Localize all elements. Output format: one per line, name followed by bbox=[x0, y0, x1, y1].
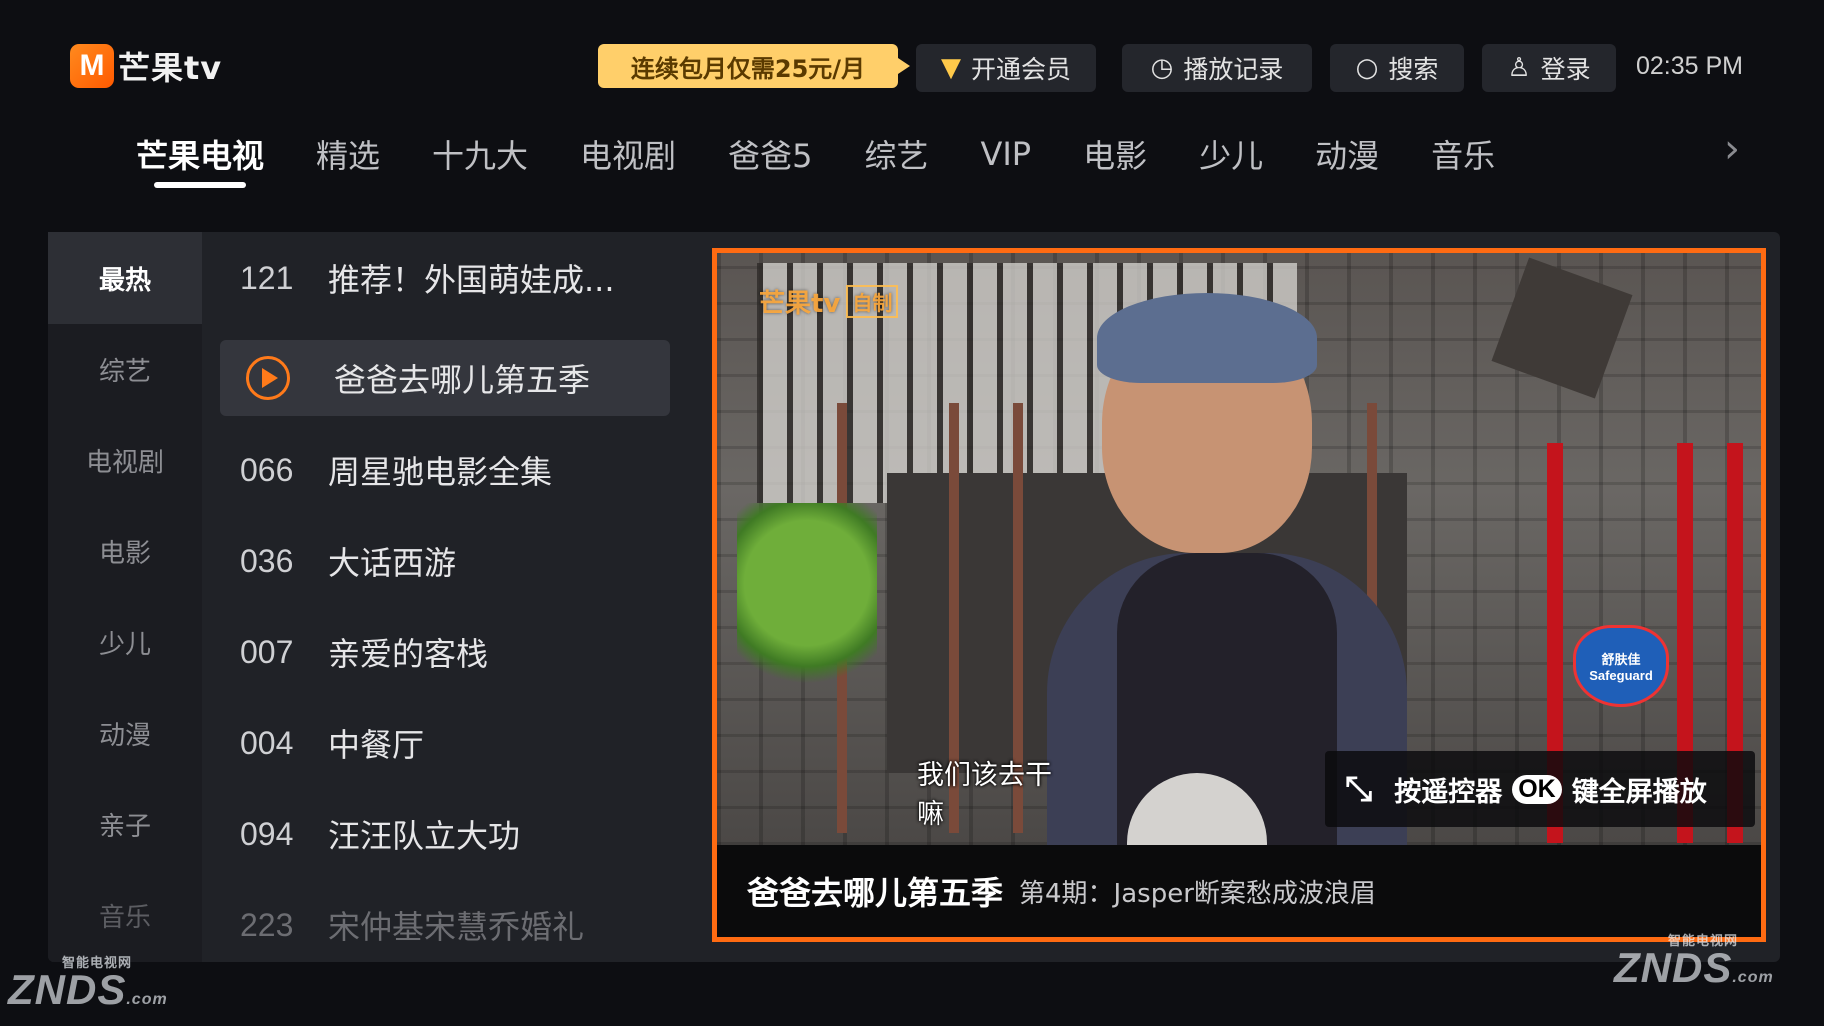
list-item[interactable]: 004 中餐厅 bbox=[220, 705, 670, 781]
video-subtitle: 我们该去干嘛 bbox=[917, 760, 1052, 830]
znds-watermark-brand: ZNDS bbox=[1614, 944, 1733, 991]
sidebar-item-music[interactable]: 音乐 bbox=[48, 869, 202, 961]
video-scene-person-headband bbox=[1097, 293, 1317, 383]
sidebar-item-variety[interactable]: 综艺 bbox=[48, 323, 202, 415]
category-tabs: 芒果电视 精选 十九大 电视剧 爸爸5 综艺 VIP 电影 少儿 动漫 音乐 bbox=[110, 124, 1750, 184]
list-item[interactable]: 223 宋仲基宋慧乔婚礼 bbox=[220, 887, 670, 962]
list-item-now-playing[interactable]: 爸爸去哪儿第五季 bbox=[220, 340, 670, 416]
tab-movies[interactable]: 电影 bbox=[1057, 124, 1173, 184]
search-button[interactable]: ○ 搜索 bbox=[1330, 44, 1464, 92]
category-sidebar: 最热 综艺 电视剧 电影 少儿 动漫 亲子 音乐 bbox=[48, 232, 202, 962]
list-item[interactable]: 121 推荐！外国萌娃成... bbox=[220, 240, 670, 316]
play-history-button[interactable]: ◷ 播放记录 bbox=[1122, 44, 1312, 92]
clock: 02:35 PM bbox=[1636, 52, 1744, 80]
clock-icon: ◷ bbox=[1150, 53, 1174, 83]
vip-membership-button[interactable]: ▼ 开通会员 bbox=[916, 44, 1096, 92]
now-playing-caption: 爸爸去哪儿第五季 第4期：Jasper断案愁成波浪眉 bbox=[717, 845, 1761, 937]
tab-mango-tv[interactable]: 芒果电视 bbox=[110, 124, 290, 184]
tab-vip[interactable]: VIP bbox=[954, 124, 1057, 184]
login-button[interactable]: ♙ 登录 bbox=[1482, 44, 1616, 92]
znds-watermark-left: 智能电视网 ZNDS.com bbox=[8, 955, 168, 1014]
list-item-title: 爸爸去哪儿第五季 bbox=[334, 361, 591, 399]
login-label: 登录 bbox=[1540, 55, 1591, 84]
znds-watermark-right: 智能电视网 ZNDS.com bbox=[1614, 933, 1774, 992]
sidebar-item-hottest[interactable]: 最热 bbox=[48, 232, 202, 324]
channel-watermark: 芒果tv 自制 bbox=[759, 283, 899, 320]
list-item-number: 223 bbox=[240, 906, 294, 943]
membership-promo-banner[interactable]: 连续包月仅需25元/月 bbox=[598, 44, 910, 88]
tab-19th-congress[interactable]: 十九大 bbox=[406, 124, 554, 184]
znds-watermark-brand: ZNDS bbox=[8, 966, 127, 1013]
znds-watermark-cn: 智能电视网 bbox=[1668, 933, 1739, 948]
chevron-right-icon[interactable]: › bbox=[1724, 126, 1740, 172]
sidebar-item-anime[interactable]: 动漫 bbox=[48, 687, 202, 779]
sponsor-logo-cn: 舒肤佳 bbox=[1601, 652, 1641, 667]
list-item-number: 094 bbox=[240, 815, 294, 852]
list-item-title: 汪汪队立大功 bbox=[328, 817, 521, 855]
video-frame: 芒果tv 自制 舒肤佳 Safeguard 我们该去干嘛 ⤡ 按遥控器 OK 键… bbox=[717, 253, 1761, 845]
hint-prefix: 按遥控器 bbox=[1394, 776, 1503, 808]
hint-suffix: 键全屏播放 bbox=[1571, 776, 1707, 808]
vip-membership-label: 开通会员 bbox=[970, 55, 1071, 84]
list-item-title: 亲爱的客栈 bbox=[328, 635, 489, 673]
list-item[interactable]: 094 汪汪队立大功 bbox=[220, 796, 670, 872]
expand-icon: ⤡ bbox=[1345, 769, 1373, 809]
list-item-title: 大话西游 bbox=[328, 544, 457, 582]
tab-dad-5[interactable]: 爸爸5 bbox=[702, 124, 838, 184]
fullscreen-hint: ⤡ 按遥控器 OK 键全屏播放 bbox=[1325, 751, 1755, 827]
sidebar-item-parenting[interactable]: 亲子 bbox=[48, 778, 202, 870]
play-history-label: 播放记录 bbox=[1183, 55, 1284, 84]
tab-music[interactable]: 音乐 bbox=[1405, 124, 1521, 184]
logo-mark: M bbox=[70, 44, 114, 88]
sponsor-logo-en: Safeguard bbox=[1589, 668, 1653, 683]
znds-watermark-suffix: .com bbox=[126, 991, 168, 1008]
sidebar-item-kids[interactable]: 少儿 bbox=[48, 596, 202, 688]
video-preview-player[interactable]: 芒果tv 自制 舒肤佳 Safeguard 我们该去干嘛 ⤡ 按遥控器 OK 键… bbox=[712, 248, 1766, 942]
ok-key-badge: OK bbox=[1512, 774, 1562, 804]
tab-variety[interactable]: 综艺 bbox=[838, 124, 954, 184]
list-item-title: 宋仲基宋慧乔婚礼 bbox=[328, 908, 585, 946]
list-item-title: 推荐！外国萌娃成... bbox=[328, 261, 615, 299]
list-item-title: 中餐厅 bbox=[328, 726, 425, 764]
user-icon: ♙ bbox=[1507, 53, 1531, 83]
show-title: 爸爸去哪儿第五季 bbox=[747, 874, 1004, 912]
list-item-number: 121 bbox=[240, 259, 294, 296]
episode-title: 第4期：Jasper断案愁成波浪眉 bbox=[1019, 878, 1376, 909]
list-item-number: 036 bbox=[240, 542, 294, 579]
mango-tv-logo: M 芒果tv bbox=[70, 42, 222, 90]
watermark-logo-text: 芒果tv bbox=[759, 289, 841, 319]
sidebar-item-tv-series[interactable]: 电视剧 bbox=[48, 414, 202, 506]
list-item-number: 004 bbox=[240, 724, 294, 761]
logo-text: 芒果tv bbox=[118, 49, 223, 87]
list-item-number: 007 bbox=[240, 633, 294, 670]
search-icon: ○ bbox=[1355, 53, 1379, 83]
list-item[interactable]: 036 大话西游 bbox=[220, 523, 670, 599]
tab-kids[interactable]: 少儿 bbox=[1173, 124, 1289, 184]
list-item-number: 066 bbox=[240, 451, 294, 488]
watermark-tag: 自制 bbox=[846, 285, 899, 318]
tab-featured[interactable]: 精选 bbox=[290, 124, 406, 184]
list-item[interactable]: 007 亲爱的客栈 bbox=[220, 614, 670, 690]
znds-watermark-cn: 智能电视网 bbox=[62, 955, 133, 970]
search-label: 搜索 bbox=[1388, 55, 1439, 84]
list-item-title: 周星驰电影全集 bbox=[328, 453, 553, 491]
play-icon bbox=[246, 356, 290, 400]
tab-anime[interactable]: 动漫 bbox=[1289, 124, 1405, 184]
list-item[interactable]: 066 周星驰电影全集 bbox=[220, 432, 670, 508]
video-scene-plant bbox=[737, 503, 877, 703]
diamond-icon: ▼ bbox=[940, 53, 961, 83]
tab-tv-series[interactable]: 电视剧 bbox=[554, 124, 702, 184]
sidebar-item-movies[interactable]: 电影 bbox=[48, 505, 202, 597]
sponsor-logo: 舒肤佳 Safeguard bbox=[1573, 625, 1669, 707]
znds-watermark-suffix: .com bbox=[1732, 969, 1774, 986]
program-list: 121 推荐！外国萌娃成... 爸爸去哪儿第五季 066 周星驰电影全集 036… bbox=[202, 232, 688, 962]
